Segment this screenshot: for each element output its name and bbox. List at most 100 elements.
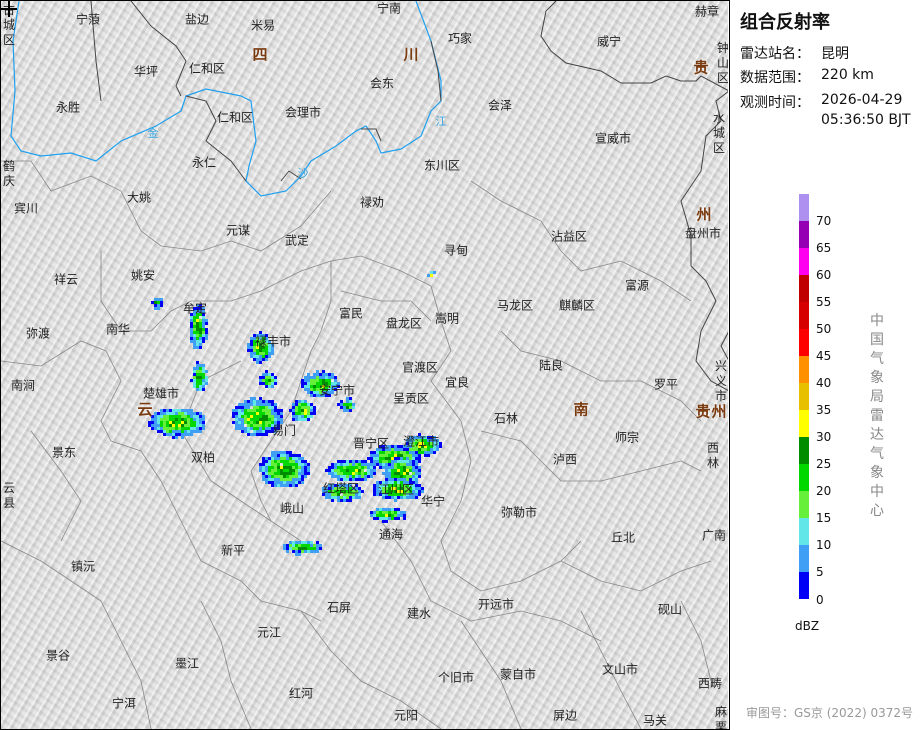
echo-pixel xyxy=(343,460,346,463)
echo-pixel xyxy=(259,430,262,433)
echo-pixel xyxy=(259,406,262,409)
echo-pixel xyxy=(154,421,157,424)
echo-pixel xyxy=(196,322,199,325)
echo-pixel xyxy=(310,385,313,388)
echo-pixel xyxy=(304,472,307,475)
echo-pixel xyxy=(262,457,265,460)
echo-pixel xyxy=(193,328,196,331)
echo-pixel xyxy=(262,430,265,433)
echo-pixel xyxy=(196,430,199,433)
echo-pixel xyxy=(388,463,391,466)
echo-pixel xyxy=(334,466,337,469)
echo-pixel xyxy=(235,406,238,409)
echo-pixel xyxy=(199,319,202,322)
echo-pixel xyxy=(286,466,289,469)
echo-pixel xyxy=(160,412,163,415)
echo-pixel xyxy=(301,406,304,409)
echo-pixel xyxy=(241,424,244,427)
echo-pixel xyxy=(157,415,160,418)
echo-pixel xyxy=(205,382,208,385)
echo-pixel xyxy=(250,409,253,412)
echo-pixel xyxy=(355,469,358,472)
echo-pixel xyxy=(199,412,202,415)
echo-pixel xyxy=(238,427,241,430)
echo-pixel xyxy=(250,418,253,421)
echo-pixel xyxy=(379,463,382,466)
echo-pixel xyxy=(265,358,268,361)
echo-pixel xyxy=(292,412,295,415)
echo-pixel xyxy=(310,388,313,391)
echo-pixel xyxy=(367,475,370,478)
echo-pixel xyxy=(334,463,337,466)
echo-pixel xyxy=(196,418,199,421)
echo-pixel xyxy=(439,442,442,445)
echo-pixel xyxy=(253,424,256,427)
echo-pixel xyxy=(403,460,406,463)
echo-pixel xyxy=(412,454,415,457)
echo-pixel xyxy=(163,430,166,433)
echo-pixel xyxy=(274,403,277,406)
echo-pixel xyxy=(190,337,193,340)
echo-pixel xyxy=(271,409,274,412)
echo-pixel xyxy=(262,376,265,379)
radar-map[interactable]: 四川云南贵州贵州金沙江宁蒗 盐边 米易 宁南 巧家 赫章 威宁 仁和区 华坪 会东 永胜 仁和区 会理市… xyxy=(1,1,728,729)
echo-pixel xyxy=(361,460,364,463)
echo-pixel xyxy=(424,454,427,457)
echo-pixel xyxy=(187,415,190,418)
echo-pixel xyxy=(406,466,409,469)
echo-pixel xyxy=(409,475,412,478)
echo-pixel xyxy=(244,430,247,433)
echo-pixel xyxy=(247,433,250,436)
echo-pixel xyxy=(394,457,397,460)
echo-pixel xyxy=(346,403,349,406)
echo-pixel xyxy=(196,319,199,322)
echo-pixel xyxy=(247,427,250,430)
echo-pixel xyxy=(373,457,376,460)
echo-pixel xyxy=(325,469,328,472)
echo-pixel xyxy=(262,472,265,475)
echo-pixel xyxy=(295,409,298,412)
echo-pixel xyxy=(163,424,166,427)
echo-pixel xyxy=(265,382,268,385)
echo-pixel xyxy=(235,409,238,412)
echo-pixel xyxy=(400,460,403,463)
echo-pixel xyxy=(250,424,253,427)
echo-pixel xyxy=(295,400,298,403)
echo-pixel xyxy=(379,460,382,463)
echo-pixel xyxy=(283,460,286,463)
echo-pixel xyxy=(325,373,328,376)
echo-pixel xyxy=(379,466,382,469)
echo-pixel xyxy=(265,427,268,430)
echo-pixel xyxy=(343,466,346,469)
echo-pixel xyxy=(373,454,376,457)
echo-pixel xyxy=(265,469,268,472)
echo-pixel xyxy=(274,376,277,379)
echo-pixel xyxy=(382,451,385,454)
echo-pixel xyxy=(292,463,295,466)
echo-pixel xyxy=(307,466,310,469)
echo-pixel xyxy=(178,418,181,421)
echo-pixel xyxy=(268,412,271,415)
echo-pixel xyxy=(268,418,271,421)
echo-pixel xyxy=(286,463,289,466)
echo-pixel xyxy=(418,451,421,454)
echo-pixel xyxy=(181,433,184,436)
echo-pixel xyxy=(184,427,187,430)
echo-pixel xyxy=(361,475,364,478)
echo-pixel xyxy=(268,430,271,433)
echo-pixel xyxy=(256,403,259,406)
echo-pixel xyxy=(403,454,406,457)
echo-pixel xyxy=(154,427,157,430)
echo-pixel xyxy=(232,409,235,412)
echo-pixel xyxy=(409,457,412,460)
echo-pixel xyxy=(151,427,154,430)
echo-pixel xyxy=(310,394,313,397)
echo-pixel xyxy=(163,427,166,430)
echo-pixel xyxy=(313,394,316,397)
echo-pixel xyxy=(262,355,265,358)
echo-pixel xyxy=(199,331,202,334)
echo-pixel xyxy=(271,418,274,421)
echo-pixel xyxy=(394,454,397,457)
echo-pixel xyxy=(169,427,172,430)
echo-pixel xyxy=(427,454,430,457)
